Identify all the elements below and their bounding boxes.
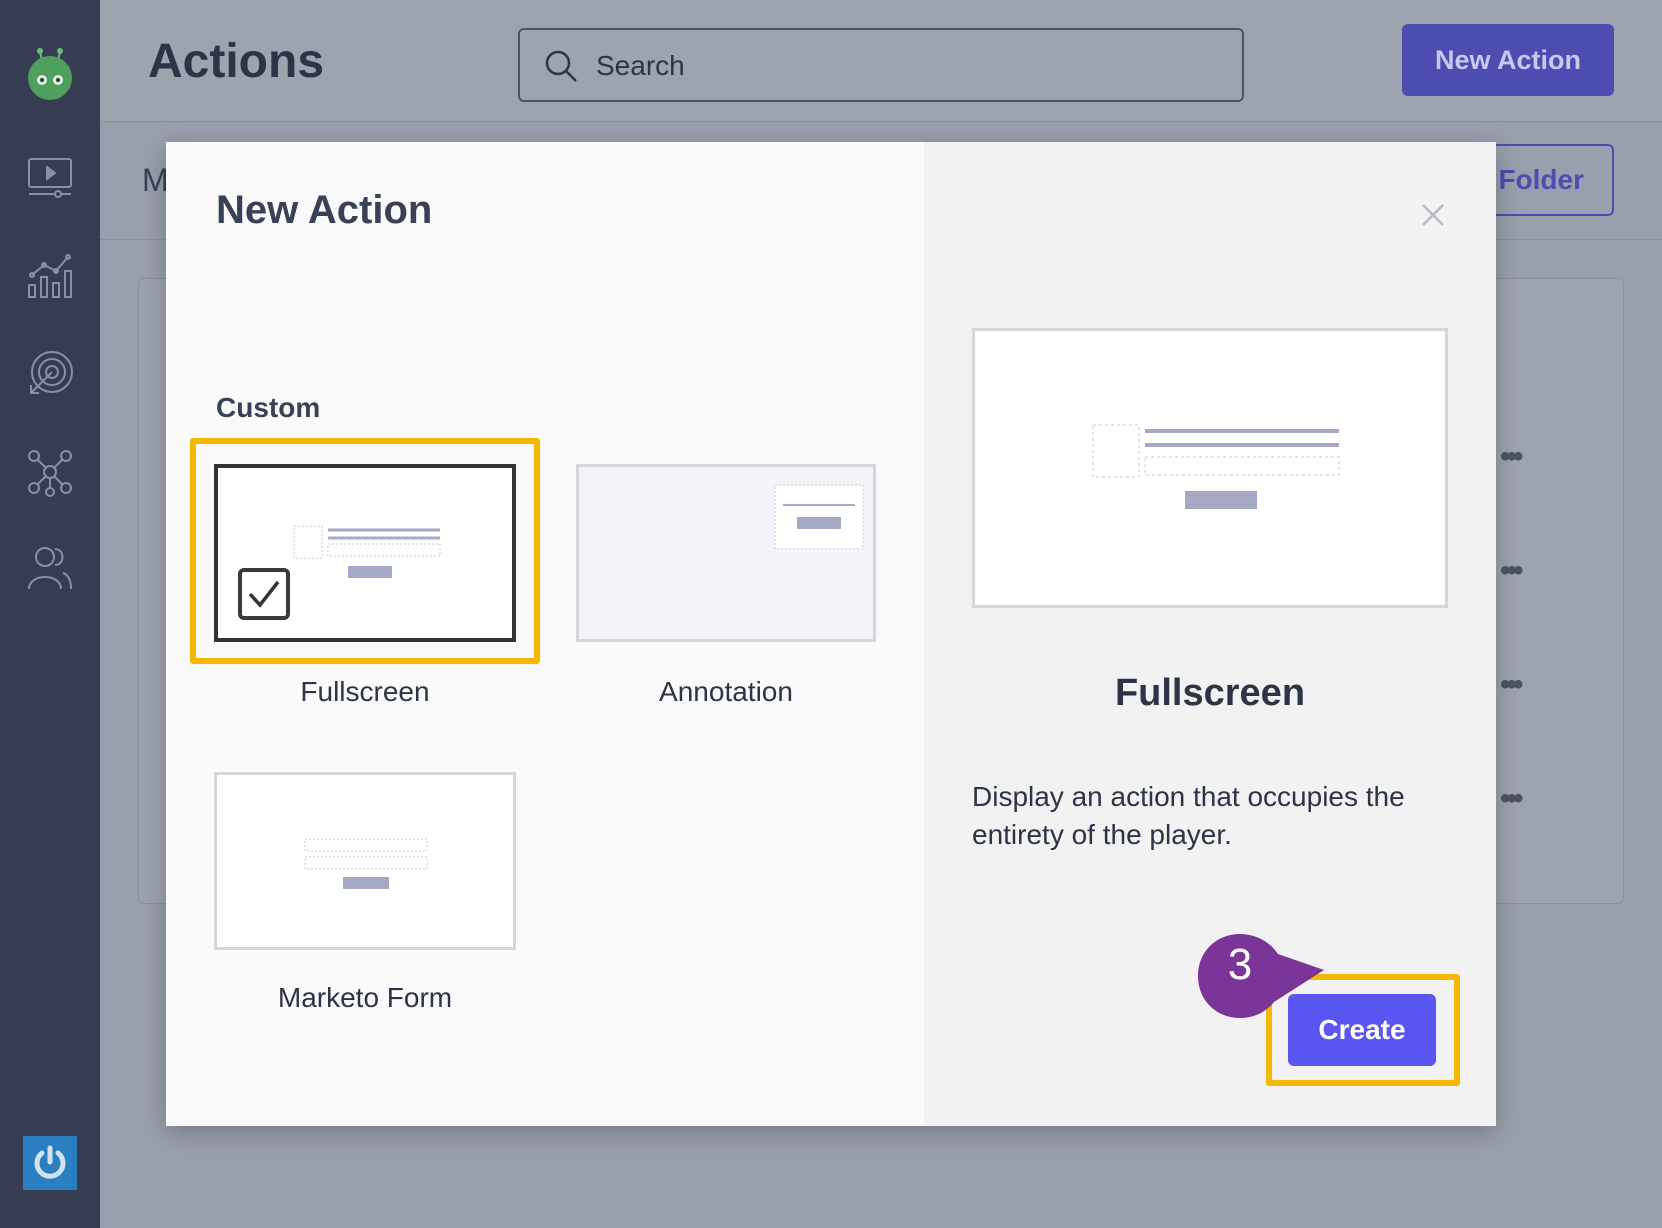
new-action-button[interactable]: New Action: [1402, 24, 1614, 96]
page-header: Actions New Action: [100, 0, 1662, 122]
marketo-form-thumbnail-icon: [304, 838, 428, 889]
tile-label-marketo-form: Marketo Form: [277, 982, 453, 1013]
row-menu-icon[interactable]: •••: [1500, 440, 1523, 474]
row-menu-icon[interactable]: •••: [1500, 782, 1523, 816]
tile-annotation[interactable]: [576, 464, 876, 642]
robot-logo-icon[interactable]: [22, 44, 78, 100]
fullscreen-preview-icon: [1092, 424, 1340, 509]
users-icon[interactable]: [22, 540, 78, 596]
tile-label-annotation: Annotation: [659, 676, 793, 707]
selected-checkbox[interactable]: [238, 568, 290, 620]
step-marker: 3: [1196, 932, 1324, 1018]
row-menu-icon[interactable]: •••: [1500, 554, 1523, 588]
new-action-modal: New Action Custom Fullscreen Annotation: [166, 142, 1496, 1126]
search-input[interactable]: [596, 48, 1196, 84]
step-number: 3: [1227, 940, 1253, 989]
annotation-thumbnail-icon: [774, 484, 864, 550]
analytics-icon[interactable]: [22, 248, 78, 304]
sidebar: [0, 0, 100, 1228]
tile-fullscreen[interactable]: [214, 464, 516, 642]
page-title: Actions: [148, 35, 325, 88]
target-icon[interactable]: [22, 346, 78, 402]
tile-marketo-form[interactable]: [214, 772, 516, 950]
subbar-text: M: [142, 162, 169, 198]
row-menu-icon[interactable]: •••: [1500, 668, 1523, 702]
preview-description: Display an action that occupies the enti…: [972, 781, 1405, 850]
tile-label-fullscreen: Fullscreen: [300, 676, 430, 707]
search-icon: [545, 50, 577, 82]
checkmark-icon: [248, 580, 280, 608]
search-box[interactable]: [518, 28, 1244, 102]
preview-image: [972, 328, 1448, 608]
section-label-custom: Custom: [216, 392, 321, 423]
power-icon[interactable]: [23, 1136, 77, 1190]
close-icon[interactable]: [1418, 200, 1448, 230]
video-icon[interactable]: [22, 150, 78, 206]
preview-title: Fullscreen: [1114, 672, 1306, 714]
modal-title: New Action: [216, 188, 433, 232]
network-icon[interactable]: [22, 444, 78, 500]
